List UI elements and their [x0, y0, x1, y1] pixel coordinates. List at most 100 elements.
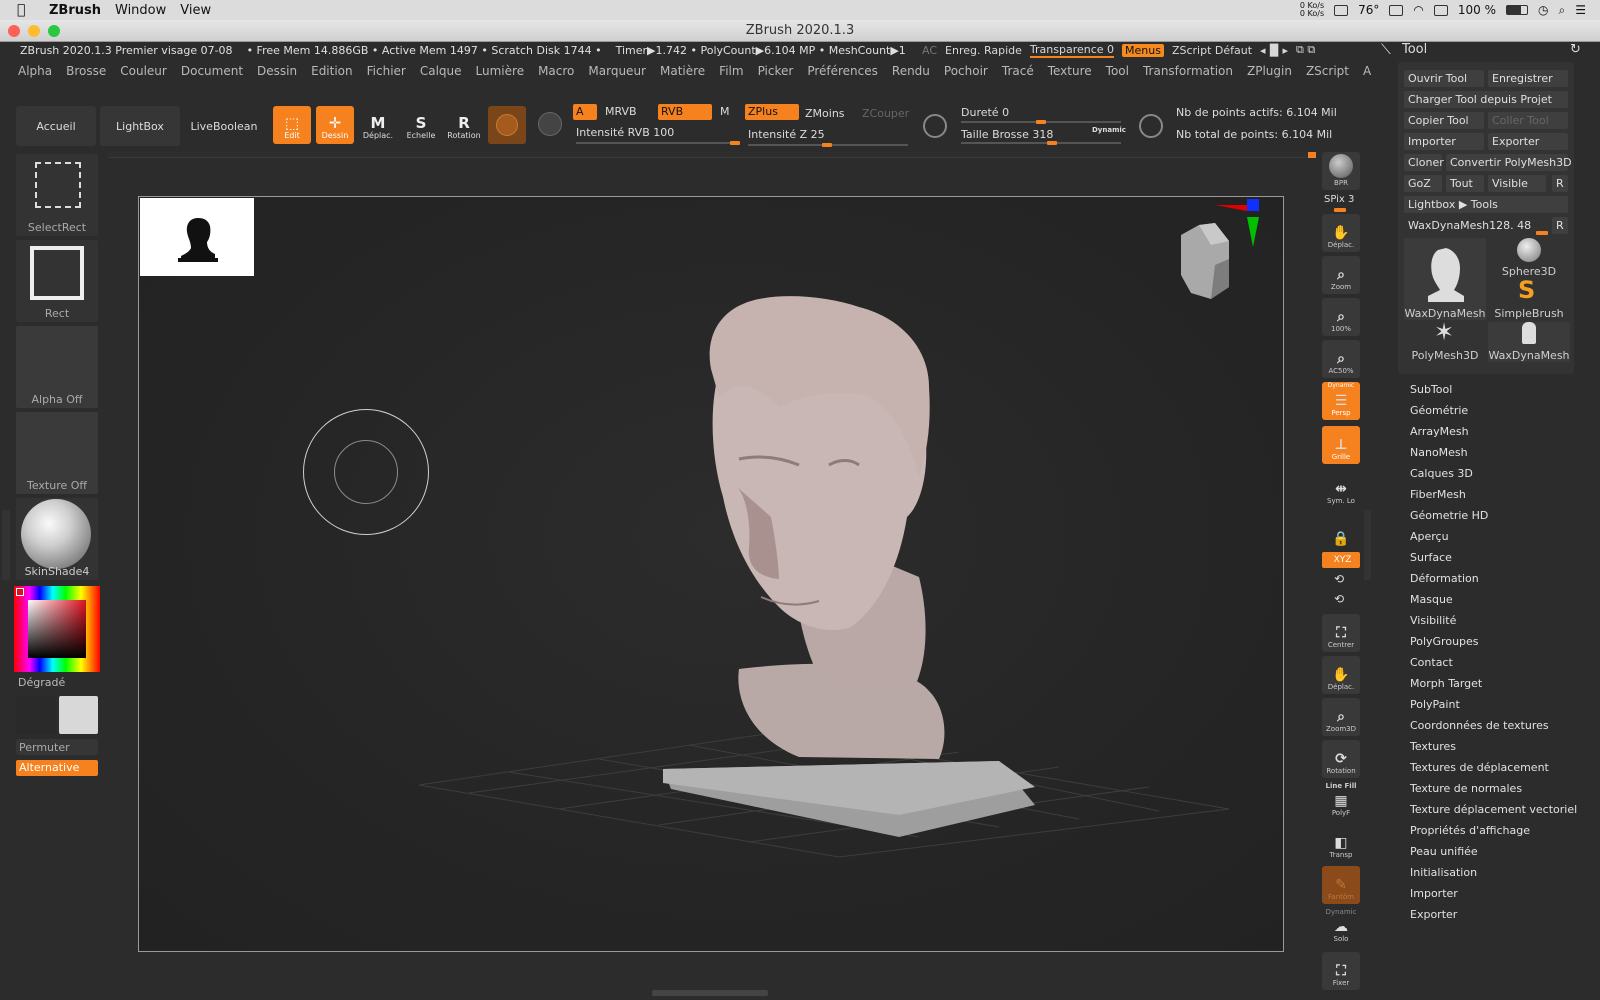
load-from-project-button[interactable]: Charger Tool depuis Projet [1404, 91, 1568, 108]
subpalette-item[interactable]: Déformation [1410, 572, 1479, 585]
subpalette-item[interactable]: NanoMesh [1410, 446, 1468, 459]
tool-palette-title[interactable]: Tool [1402, 42, 1427, 57]
tool-thumb-waxdynamesh[interactable]: WaxDynaMesh [1404, 238, 1486, 320]
transparence-slider[interactable]: Transparence 0 [1029, 43, 1115, 58]
subpalette-item[interactable]: Exporter [1410, 908, 1457, 921]
wifi-icon[interactable]: ◠ [1413, 3, 1423, 17]
left-tray-handle[interactable] [2, 510, 10, 580]
subpalette-item[interactable]: Contact [1410, 656, 1453, 669]
menu-item[interactable]: Tool [1106, 64, 1129, 80]
clone-button[interactable]: Cloner [1404, 154, 1444, 171]
subpalette-item[interactable]: ArrayMesh [1410, 425, 1469, 438]
maximize-icon[interactable] [48, 25, 60, 37]
export-button[interactable]: Exporter [1488, 133, 1568, 150]
airplay-icon[interactable] [1433, 4, 1448, 16]
ghost-button[interactable]: ✎ Fantôm [1322, 866, 1360, 904]
floor-grid-button[interactable]: ⊥ Grille [1322, 426, 1360, 464]
goz-button[interactable]: GoZ [1404, 175, 1442, 192]
tool-thumb-sphere3d[interactable]: Sphere3D [1488, 238, 1570, 278]
menu-item[interactable]: Rendu [892, 64, 930, 80]
material-swatch[interactable] [488, 106, 526, 144]
taille-brosse-slider[interactable] [961, 142, 1121, 144]
menu-item[interactable]: Alpha [18, 64, 52, 80]
mrvb-toggle[interactable]: MRVB [605, 105, 637, 118]
right-tray-handle[interactable] [1364, 510, 1371, 580]
menu-item[interactable]: ZPlugin [1247, 64, 1292, 80]
menu-item[interactable]: Matière [660, 64, 705, 80]
subpalette-item[interactable]: Texture de normales [1410, 782, 1522, 795]
layout-icon[interactable]: ⧉ ⧉ [1296, 43, 1315, 57]
save-tool-button[interactable]: Enregistrer [1488, 70, 1568, 87]
subpalette-item[interactable]: Aperçu [1410, 530, 1449, 543]
goz-visible-button[interactable]: Visible [1488, 175, 1546, 192]
zcouper-toggle[interactable]: ZCouper [862, 107, 909, 120]
material-slot[interactable]: SkinShade4 [16, 498, 98, 580]
subpalette-item[interactable]: PolyGroupes [1410, 635, 1479, 648]
zmoins-toggle[interactable]: ZMoins [805, 107, 845, 120]
subpalette-item[interactable]: Propriétés d'affichage [1410, 824, 1530, 837]
rotate-z-icon[interactable]: ⟲ [1334, 592, 1344, 606]
subpalette-item[interactable]: Masque [1410, 593, 1453, 606]
actual-size-button[interactable]: ⌕ 100% [1322, 298, 1360, 336]
apple-icon[interactable]:  [17, 2, 35, 18]
spix-label[interactable]: SPix 3 [1324, 194, 1354, 205]
top-tray-divider[interactable] [108, 152, 1308, 158]
edit-button[interactable]: ⬚ Edit [273, 106, 311, 144]
d-dial-button[interactable] [1132, 106, 1170, 144]
alpha-slot[interactable]: Alpha Off [16, 326, 98, 408]
palette-reset-icon[interactable]: ↻ [1570, 42, 1581, 57]
menu-item[interactable]: Pochoir [944, 64, 988, 80]
menu-item[interactable]: Texture [1048, 64, 1092, 80]
subpalette-item[interactable]: Texture déplacement vectoriel [1410, 803, 1577, 816]
dynamic-toggle[interactable]: Dynamic [1092, 126, 1126, 134]
subpalette-item[interactable]: PolyPaint [1410, 698, 1460, 711]
menu-item[interactable]: Brosse [66, 64, 106, 80]
subpalette-item[interactable]: Géométrie [1410, 404, 1468, 417]
view-menu[interactable]: View [180, 3, 211, 18]
goz-r-button[interactable]: R [1552, 175, 1568, 192]
menu-item[interactable]: Transformation [1143, 64, 1233, 80]
lock-button[interactable]: 🔒 [1322, 512, 1360, 550]
frame-button[interactable]: ⛶ Centrer [1322, 614, 1360, 652]
tray-marker[interactable] [1308, 152, 1316, 158]
bpr-button[interactable]: BPR [1322, 152, 1360, 190]
texture-slot[interactable]: Texture Off [16, 412, 98, 494]
gradient-label[interactable]: Dégradé [18, 676, 65, 689]
menu-item[interactable]: Film [719, 64, 743, 80]
color-cursor[interactable] [16, 588, 24, 596]
open-tool-button[interactable]: Ouvrir Tool [1404, 70, 1484, 87]
current-tool-slider[interactable]: WaxDynaMesh128. 48 [1404, 217, 1548, 234]
memory-icon[interactable] [1334, 4, 1349, 16]
secondary-color[interactable] [16, 696, 56, 734]
convert-polymesh-button[interactable]: Convertir PolyMesh3D [1446, 154, 1572, 171]
subpalette-item[interactable]: Textures de déplacement [1410, 761, 1549, 774]
lightbox-button[interactable]: LightBox [100, 106, 180, 146]
spix-knob[interactable] [1334, 208, 1346, 212]
zoom3d-button[interactable]: ⌕ Zoom3D [1322, 698, 1360, 736]
control-center-icon[interactable]: ☰ [1575, 3, 1586, 17]
rect-tool[interactable]: Rect [16, 240, 98, 322]
subpalette-item[interactable]: Surface [1410, 551, 1452, 564]
menu-item[interactable]: Fichier [367, 64, 406, 80]
menu-item[interactable]: Macro [538, 64, 574, 80]
paste-tool-button[interactable]: Coller Tool [1488, 112, 1568, 129]
current-tool-r-button[interactable]: R [1552, 217, 1568, 234]
solo-button[interactable]: Dynamic ☁ Solo [1322, 908, 1360, 946]
rotate-view-button[interactable]: ⟳ Rotation [1322, 740, 1360, 778]
subpalette-item[interactable]: Géometrie HD [1410, 509, 1488, 522]
copy-tool-button[interactable]: Copier Tool [1404, 112, 1484, 129]
axis-gizmo-icon[interactable] [1211, 197, 1271, 257]
display-icon[interactable] [1389, 4, 1404, 16]
bottom-tray-handle[interactable] [652, 990, 768, 996]
liveboolean-button[interactable]: LiveBoolean [184, 106, 264, 146]
zplus-toggle[interactable]: ZPlus [745, 104, 799, 120]
polyf-button[interactable]: Line Fill ▦ PolyF [1322, 782, 1360, 820]
persp-button[interactable]: Dynamic ☰ Persp [1322, 382, 1360, 420]
menu-item[interactable]: Couleur [120, 64, 167, 80]
subpalette-item[interactable]: Initialisation [1410, 866, 1477, 879]
temperature[interactable]: 76° [1358, 3, 1379, 17]
alternative-toggle[interactable]: Alternative [16, 760, 98, 776]
menu-item[interactable]: Calque [420, 64, 462, 80]
xpose-button[interactable]: ⛶ Fixer [1322, 952, 1360, 990]
move-view-button[interactable]: ✋ Déplac. [1322, 656, 1360, 694]
